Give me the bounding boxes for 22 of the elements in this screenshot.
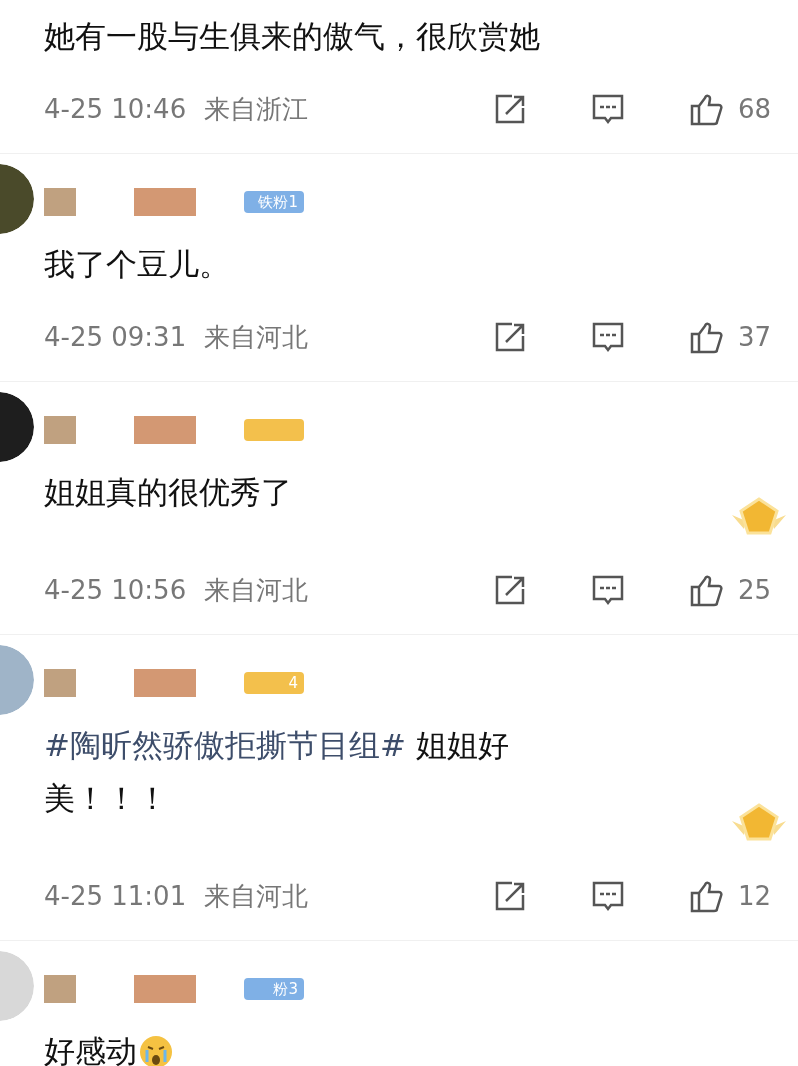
comment-text: 我了个豆儿。 [44,245,230,284]
comment-location: 来自浙江 [204,92,309,126]
fan-badge: 4 [244,672,304,694]
like-count: 68 [738,92,773,126]
comment-time: 4-25 09:31 [44,320,188,354]
hashtag-link[interactable]: #陶昕然骄傲拒撕节目组# [44,727,406,763]
comment-time: 4-25 10:56 [44,573,188,607]
comment-location: 来自河北 [204,320,309,354]
comment-text: 姐姐真的很优秀了 [44,473,292,512]
comment-text: #陶昕然骄傲拒撕节目组# 姐姐好 [44,726,509,765]
comment-text: 好感动 [44,1025,173,1066]
fan-badge: 铁粉1 [244,191,304,213]
comment-location: 来自河北 [204,879,309,913]
comment-time: 4-25 10:46 [44,92,188,126]
like-count: 25 [738,573,773,607]
comment-location: 来自河北 [204,573,309,607]
like-count: 37 [738,320,773,354]
comment-time: 4-25 11:01 [44,879,188,913]
like-count: 12 [738,879,773,913]
fan-badge: 粉3 [244,978,304,1000]
comment-text: 她有一股与生俱来的傲气，很欣赏她 [44,17,540,56]
comment-text: 美！！！ [44,779,169,818]
